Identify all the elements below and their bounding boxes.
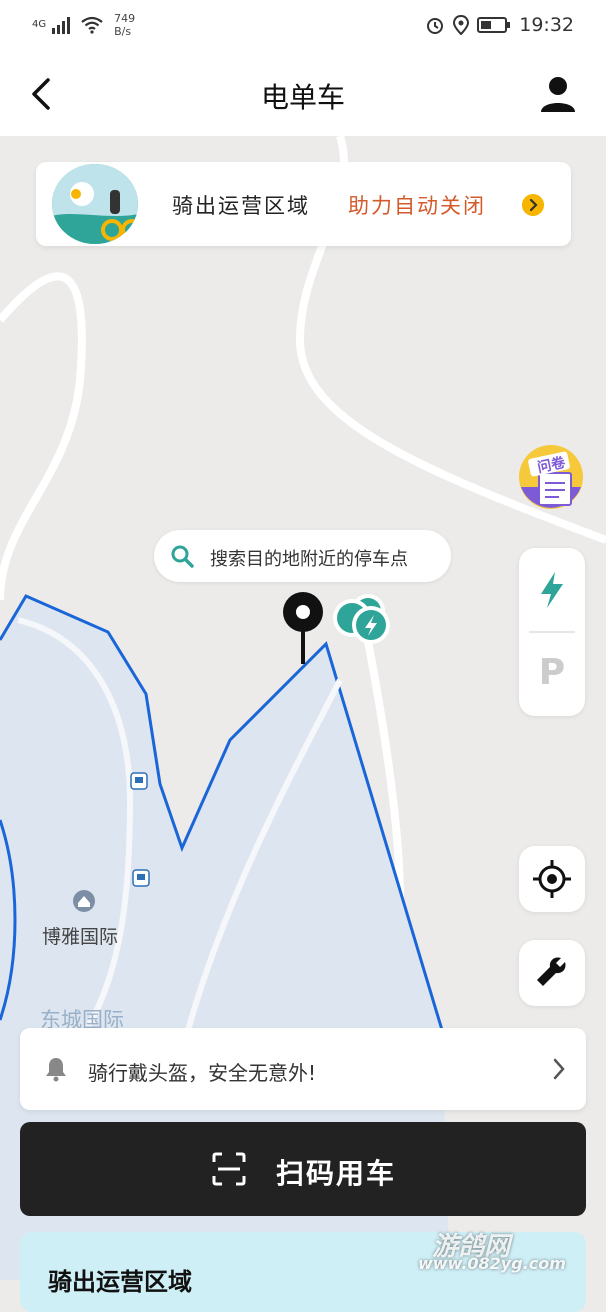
wifi-icon bbox=[81, 16, 103, 34]
battery-icon bbox=[477, 17, 511, 33]
scan-icon bbox=[212, 1152, 246, 1186]
chevron-right-icon bbox=[522, 194, 544, 216]
locate-button[interactable] bbox=[519, 846, 585, 912]
survey-button[interactable]: 问卷 bbox=[517, 443, 585, 511]
bus-stop-icon[interactable] bbox=[130, 772, 148, 790]
speed-value: 749 bbox=[114, 12, 136, 25]
bike-marker-icon[interactable] bbox=[333, 594, 390, 644]
banner-warning: 助力自动关闭 bbox=[348, 194, 486, 218]
search-parking-button[interactable]: 搜索目的地附近的停车点 bbox=[154, 530, 451, 582]
user-icon[interactable] bbox=[538, 74, 578, 114]
banner-illustration bbox=[52, 164, 138, 244]
poi-label[interactable]: 博雅国际 bbox=[42, 922, 118, 949]
poi-icon[interactable] bbox=[73, 890, 95, 912]
banner-text: 骑出运营区域 bbox=[172, 194, 310, 218]
status-bar: 4G 749 B/s 19:32 bbox=[0, 0, 606, 52]
crosshair-icon bbox=[533, 860, 571, 898]
status-left: 4G 749 B/s bbox=[32, 12, 135, 38]
network-type: 4G bbox=[32, 19, 47, 30]
status-right: 19:32 bbox=[425, 14, 574, 36]
bell-icon bbox=[46, 1058, 66, 1082]
signal-icon bbox=[52, 17, 71, 34]
scan-to-ride-button[interactable]: 扫码用车 bbox=[20, 1122, 586, 1216]
scan-button-label: 扫码用车 bbox=[276, 1157, 397, 1190]
header: 电单车 bbox=[0, 52, 606, 136]
map-layer-panel: P bbox=[519, 548, 585, 716]
page-title: 电单车 bbox=[260, 81, 345, 114]
bus-stop-icon[interactable] bbox=[132, 869, 150, 887]
alarm-icon bbox=[427, 18, 444, 34]
search-placeholder: 搜索目的地附近的停车点 bbox=[210, 549, 408, 570]
parking-toggle[interactable]: P bbox=[519, 652, 585, 693]
divider bbox=[529, 631, 575, 633]
survey-icon: 问卷 bbox=[519, 445, 583, 509]
chevron-right-icon bbox=[553, 1058, 565, 1080]
helmet-notice[interactable]: 骑行戴头盔，安全无意外! bbox=[20, 1028, 586, 1110]
notice-text: 骑行戴头盔，安全无意外! bbox=[88, 1061, 317, 1085]
clock: 19:32 bbox=[519, 14, 574, 36]
wrench-icon bbox=[537, 957, 566, 986]
search-icon bbox=[171, 545, 194, 568]
network-speed: 749 B/s bbox=[114, 12, 135, 38]
zone-warning-banner[interactable]: 骑出运营区域 助力自动关闭 bbox=[36, 162, 571, 246]
lightning-icon[interactable] bbox=[537, 570, 567, 610]
speed-unit: B/s bbox=[114, 25, 132, 38]
watermark-url: www.082yg.com bbox=[418, 1254, 566, 1273]
repair-button[interactable] bbox=[519, 940, 585, 1006]
location-icon bbox=[453, 15, 470, 35]
